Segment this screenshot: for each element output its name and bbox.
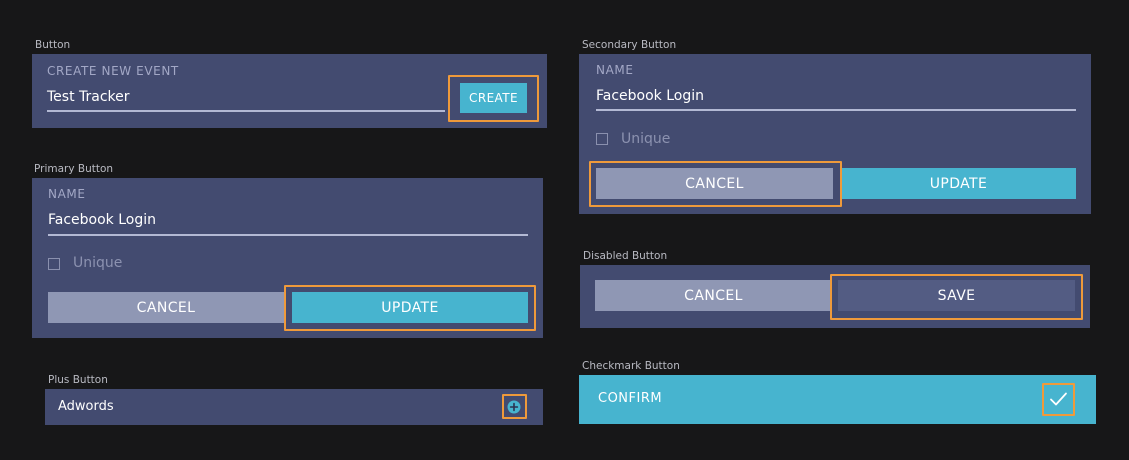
unique-checkbox[interactable]: [48, 258, 60, 270]
secondary-update-button[interactable]: UPDATE: [841, 168, 1076, 199]
name-input[interactable]: Facebook Login: [48, 212, 156, 228]
disabled-caption: Disabled Button: [583, 250, 668, 262]
confirm-label: CONFIRM: [598, 391, 663, 406]
checkmark-button-highlight: [1042, 383, 1075, 416]
confirm-bar: CONFIRM: [579, 375, 1096, 424]
primary-caption: Primary Button: [34, 163, 114, 175]
secondary-name-label: NAME: [596, 63, 634, 77]
name-label: NAME: [48, 187, 86, 201]
plus-panel: Adwords: [45, 389, 543, 425]
secondary-unique-checkbox[interactable]: [596, 133, 608, 145]
secondary-caption: Secondary Button: [582, 39, 677, 51]
secondary-name-input[interactable]: Facebook Login: [596, 88, 704, 104]
cancel-button-highlight: [589, 161, 842, 207]
disabled-cancel-button[interactable]: CANCEL: [595, 280, 832, 311]
unique-checkbox-label: Unique: [73, 255, 123, 271]
secondary-unique-label: Unique: [621, 131, 671, 147]
update-button-highlight: [284, 285, 536, 331]
secondary-name-underline: [596, 109, 1076, 111]
plus-caption: Plus Button: [48, 374, 108, 386]
button-caption: Button: [35, 39, 71, 51]
checkmark-caption: Checkmark Button: [582, 360, 680, 372]
plus-button-highlight: [502, 394, 527, 419]
save-button-highlight: [830, 274, 1083, 320]
event-name-underline: [47, 110, 445, 112]
create-event-label: CREATE NEW EVENT: [47, 64, 179, 78]
create-button-highlight: [448, 75, 539, 122]
event-name-input[interactable]: Test Tracker: [47, 89, 130, 105]
cancel-button[interactable]: CANCEL: [48, 292, 284, 323]
adwords-label: Adwords: [58, 399, 114, 414]
name-underline: [48, 234, 528, 236]
